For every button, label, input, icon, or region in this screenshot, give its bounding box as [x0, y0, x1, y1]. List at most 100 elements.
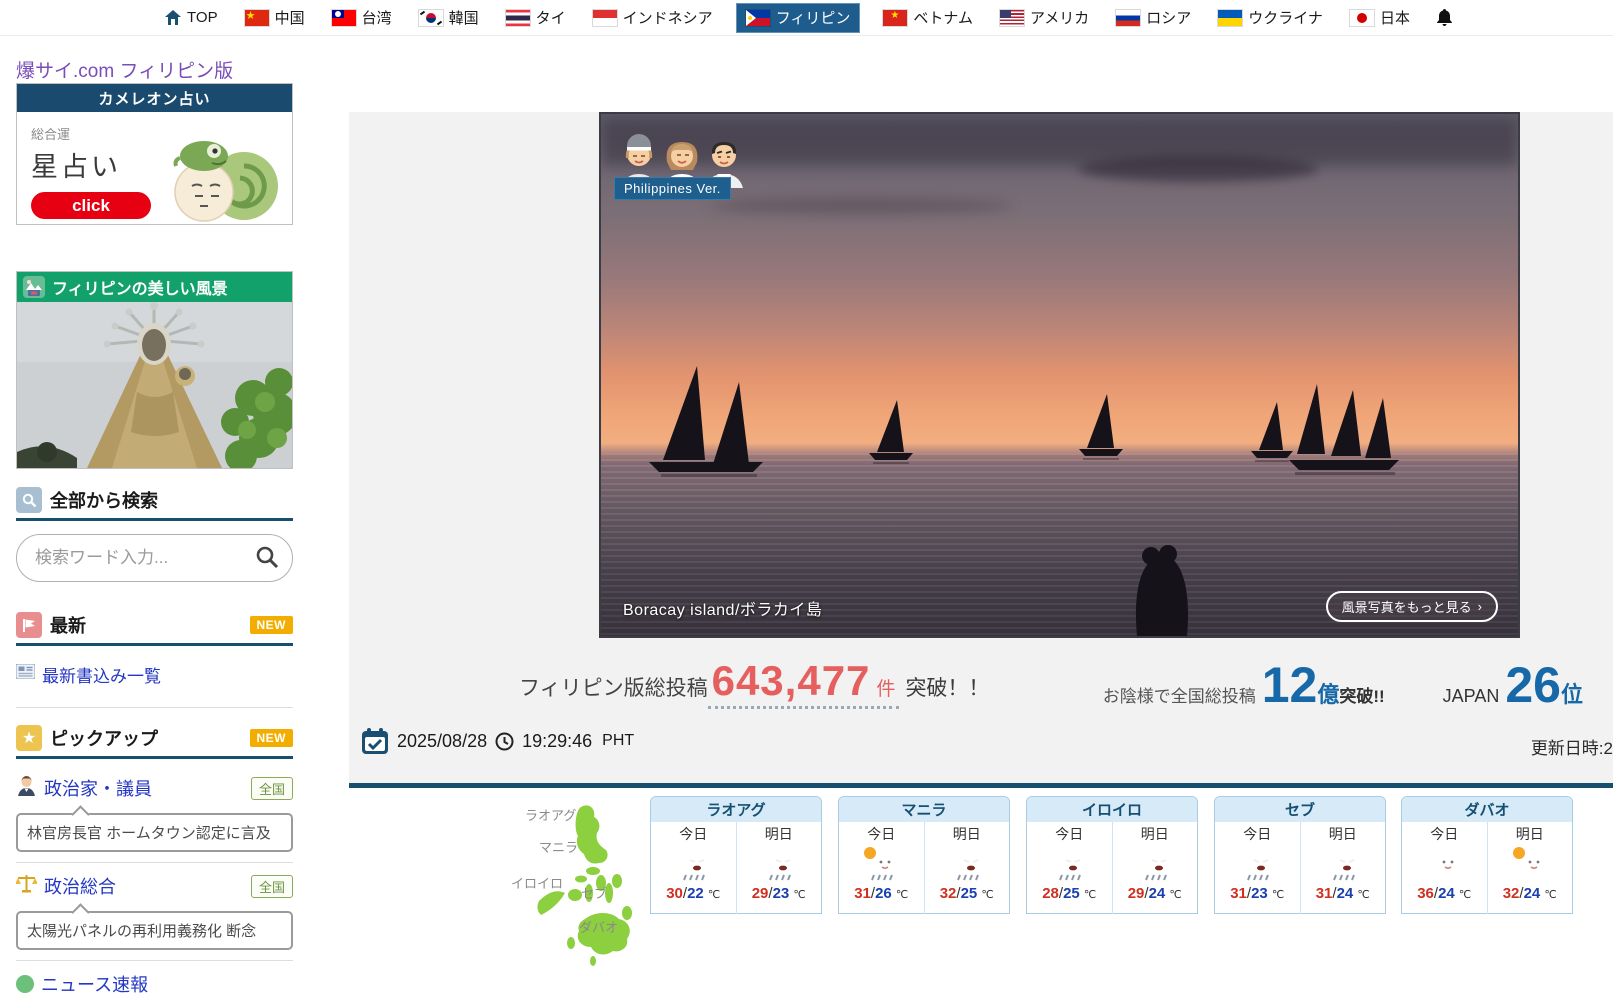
latest-new-badge: NEW	[250, 616, 294, 634]
fortune-ad[interactable]: カメレオン占い 総合運 星占い click	[16, 83, 293, 225]
politician-icon	[16, 775, 37, 801]
philippines-post-count: フィリピン版総投稿 643,477 件 突破！！	[519, 657, 989, 709]
pickup-item-politics[interactable]: 政治総合 全国	[16, 865, 293, 907]
search-section-icon	[16, 487, 42, 513]
map-label-iloilo: イロイロ	[511, 873, 563, 892]
scenery-widget[interactable]: フィリピンの美しい風景	[16, 271, 293, 469]
national-stats: お陰様で全国総投稿 12 億 突破!! JAPAN 26 位	[1103, 663, 1583, 709]
scales-icon	[16, 873, 37, 899]
weather-icon	[1507, 844, 1553, 882]
fortune-click-button[interactable]: click	[31, 192, 151, 219]
fortune-title: 星占い	[31, 145, 166, 184]
weather-icon	[1046, 844, 1092, 882]
updated-at-label: 更新日時:2	[1531, 734, 1613, 759]
pickup-new-badge: NEW	[250, 729, 294, 747]
weather-icon	[1132, 844, 1178, 882]
china-flag-icon: ★	[245, 10, 269, 26]
russia-flag-icon	[1116, 10, 1140, 26]
page: TOP ★中国 台湾 韓国 タイ インドネシア フィリピン ★ベトナム アメリカ…	[0, 0, 1613, 1000]
usa-flag-icon	[1000, 10, 1024, 26]
list-icon	[16, 664, 35, 684]
thailand-flag-icon	[506, 10, 530, 26]
clock-icon	[495, 732, 514, 751]
timezone: PHT	[602, 732, 634, 750]
ukraine-flag-icon	[1218, 10, 1242, 26]
datetime-bar: 2025/08/28 19:29:46 PHT	[361, 727, 634, 755]
philippines-map: ラオアグ マニラ イロイロ セブ ダバオ	[497, 793, 662, 978]
nav-item-russia[interactable]: ロシア	[1112, 3, 1195, 33]
weather-card-cebu[interactable]: セブ 今日 31/23 ℃ 明日 31/24 ℃	[1214, 796, 1386, 914]
pickup-section: ★ ピックアップ NEW 政治家・議員 全国 林官房長官 ホームタウン認定に言及…	[16, 724, 293, 1000]
nav-item-philippines[interactable]: フィリピン	[736, 3, 861, 33]
current-time: 19:29:46	[522, 731, 592, 752]
map-label-laoag: ラオアグ	[525, 805, 576, 824]
search-section-title: 全部から検索	[50, 487, 158, 513]
korea-flag-icon	[419, 10, 443, 26]
weather-icon	[1234, 844, 1280, 882]
photo-caption: Boracay island/ボラカイ島	[623, 596, 822, 620]
nav-item-japan[interactable]: 日本	[1346, 3, 1414, 33]
latest-flag-icon	[16, 612, 42, 638]
weather-icon	[858, 844, 904, 882]
pickup-star-icon: ★	[16, 725, 42, 751]
vietnam-flag-icon: ★	[883, 10, 907, 26]
more-photos-button[interactable]: 風景写真をもっと見る›	[1326, 591, 1498, 622]
search-input[interactable]	[16, 534, 293, 582]
taiwan-flag-icon	[332, 10, 356, 26]
current-date: 2025/08/28	[397, 731, 487, 752]
nav-item-vietnam[interactable]: ★ベトナム	[879, 3, 977, 33]
sidebar: 爆サイ.com フィリピン版 カメレオン占い 総合運 星占い click	[16, 56, 293, 1000]
nav-item-taiwan[interactable]: 台湾	[328, 3, 396, 33]
nationwide-badge: 全国	[251, 875, 293, 898]
nav-item-indonesia[interactable]: インドネシア	[589, 3, 717, 33]
search-section: 全部から検索	[16, 486, 293, 582]
fortune-category: 総合運	[31, 124, 166, 143]
japan-flag-icon	[1350, 10, 1374, 26]
indonesia-flag-icon	[593, 10, 617, 26]
version-label: Philippines Ver.	[614, 177, 731, 200]
hero-photo-boracay: Philippines Ver. Boracay island/ボラカイ島 風景…	[599, 112, 1520, 638]
chameleon-illustration	[166, 124, 284, 212]
pickup-section-title: ピックアップ	[50, 725, 158, 751]
home-icon	[165, 10, 181, 25]
map-label-davao: ダバオ	[579, 917, 618, 936]
calendar-icon	[361, 727, 389, 755]
pickup-item-politicians[interactable]: 政治家・議員 全国	[16, 767, 293, 809]
nav-item-thailand[interactable]: タイ	[502, 3, 570, 33]
site-title[interactable]: 爆サイ.com フィリピン版	[16, 61, 233, 82]
stats-row: フィリピン版総投稿 643,477 件 突破！！ お陰様で全国総投稿 12 億 …	[349, 657, 1613, 715]
weather-card-davao[interactable]: ダバオ 今日 36/24 ℃ 明日 32/24 ℃	[1401, 796, 1573, 914]
weather-icon	[670, 844, 716, 882]
nav-item-top[interactable]: TOP	[161, 3, 222, 33]
weather-section: ラオアグ マニラ イロイロ セブ ダバオ ラオアグ 今日 30/22 ℃ 明日 …	[349, 788, 1613, 1000]
fortune-ad-header: カメレオン占い	[17, 84, 292, 112]
japan-rank-label: JAPAN	[1443, 686, 1500, 707]
notifications-bell-icon[interactable]	[1437, 9, 1452, 26]
scenery-image-statue	[17, 302, 292, 468]
weather-card-laoag[interactable]: ラオアグ 今日 30/22 ℃ 明日 29/23 ℃	[650, 796, 822, 914]
weather-icon	[944, 844, 990, 882]
weather-card-manila[interactable]: マニラ 今日 31/26 ℃ 明日 32/25 ℃	[838, 796, 1010, 914]
search-submit-icon[interactable]	[253, 544, 281, 572]
latest-posts-link[interactable]: 最新書込み一覧	[42, 662, 161, 687]
weather-icon	[1421, 844, 1467, 882]
pickup-note-politicians[interactable]: 林官房長官 ホームタウン認定に言及	[16, 813, 293, 852]
post-count-value: 643,477	[712, 657, 871, 705]
latest-section-title: 最新	[50, 612, 86, 638]
scenery-photo-icon	[23, 276, 45, 298]
nav-item-usa[interactable]: アメリカ	[996, 3, 1093, 33]
chevron-right-icon: ›	[1478, 599, 1482, 614]
category-icon	[16, 975, 34, 993]
weather-card-iloilo[interactable]: イロイロ 今日 28/25 ℃ 明日 29/24 ℃	[1026, 796, 1198, 914]
nav-item-china[interactable]: ★中国	[241, 3, 309, 33]
nav-item-korea[interactable]: 韓国	[415, 3, 483, 33]
map-label-manila: マニラ	[539, 837, 578, 856]
nav-item-ukraine[interactable]: ウクライナ	[1214, 3, 1327, 33]
philippines-flag-icon	[746, 10, 770, 26]
pickup-item-partial[interactable]: ニュース速報	[16, 963, 293, 1000]
main-panel: Philippines Ver. Boracay island/ボラカイ島 風景…	[349, 112, 1613, 788]
latest-section: 最新 NEW 最新書込み一覧	[16, 611, 293, 708]
pickup-note-politics[interactable]: 太陽光パネルの再利用義務化 断念	[16, 911, 293, 950]
national-count-value: 12	[1262, 663, 1318, 708]
map-label-cebu: セブ	[581, 883, 607, 902]
